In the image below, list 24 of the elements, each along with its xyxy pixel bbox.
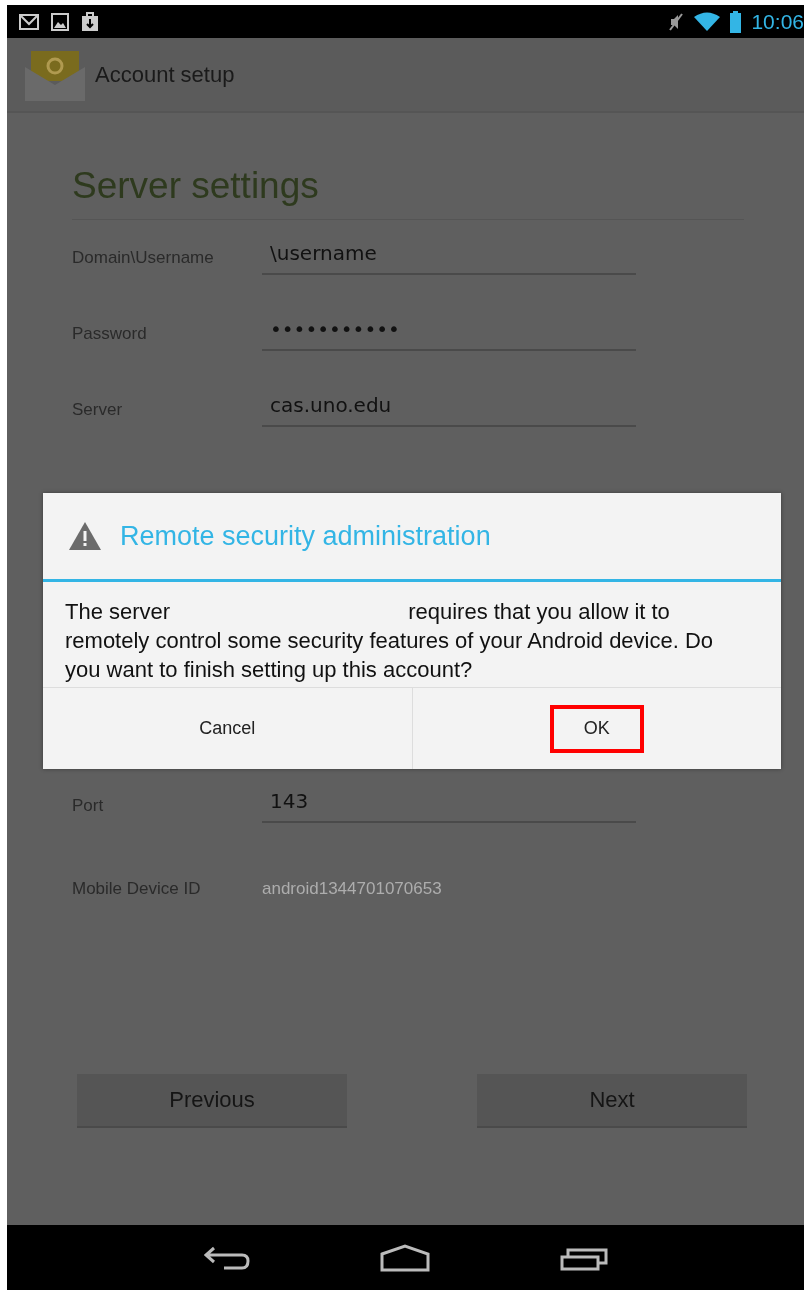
image-icon xyxy=(51,12,69,31)
email-envelope-icon xyxy=(25,48,85,101)
battery-icon xyxy=(730,10,742,33)
field-value: android1344701070653 xyxy=(262,879,442,899)
wifi-icon xyxy=(694,11,721,32)
dialog-button[interactable]: Cancel xyxy=(43,688,413,769)
page-title: Server settings xyxy=(72,165,320,207)
input-field[interactable]: 143 xyxy=(262,789,636,823)
home-icon[interactable] xyxy=(379,1243,430,1272)
dialog-button[interactable]: OK xyxy=(412,688,781,769)
input-field[interactable]: ••••••••••• xyxy=(262,317,636,351)
warning-icon xyxy=(68,521,102,551)
dialog-title: Remote security administration xyxy=(120,520,491,552)
nav-button[interactable]: Previous xyxy=(77,1074,347,1128)
dialog-message: The server requires that you allow it to remotely control some security features of your Android device. Do you want to finish setting up this account? xyxy=(65,598,715,684)
input-field[interactable]: \username xyxy=(262,241,636,275)
back-icon[interactable] xyxy=(203,1245,250,1270)
mail-icon xyxy=(19,13,39,30)
clock-time: 10:06 xyxy=(751,9,804,34)
input-field[interactable]: cas.uno.edu xyxy=(262,393,636,427)
muted-icon xyxy=(668,12,685,31)
nav-button[interactable]: Next xyxy=(477,1074,747,1128)
app-title: Account setup xyxy=(95,61,235,88)
download-icon xyxy=(81,11,99,32)
